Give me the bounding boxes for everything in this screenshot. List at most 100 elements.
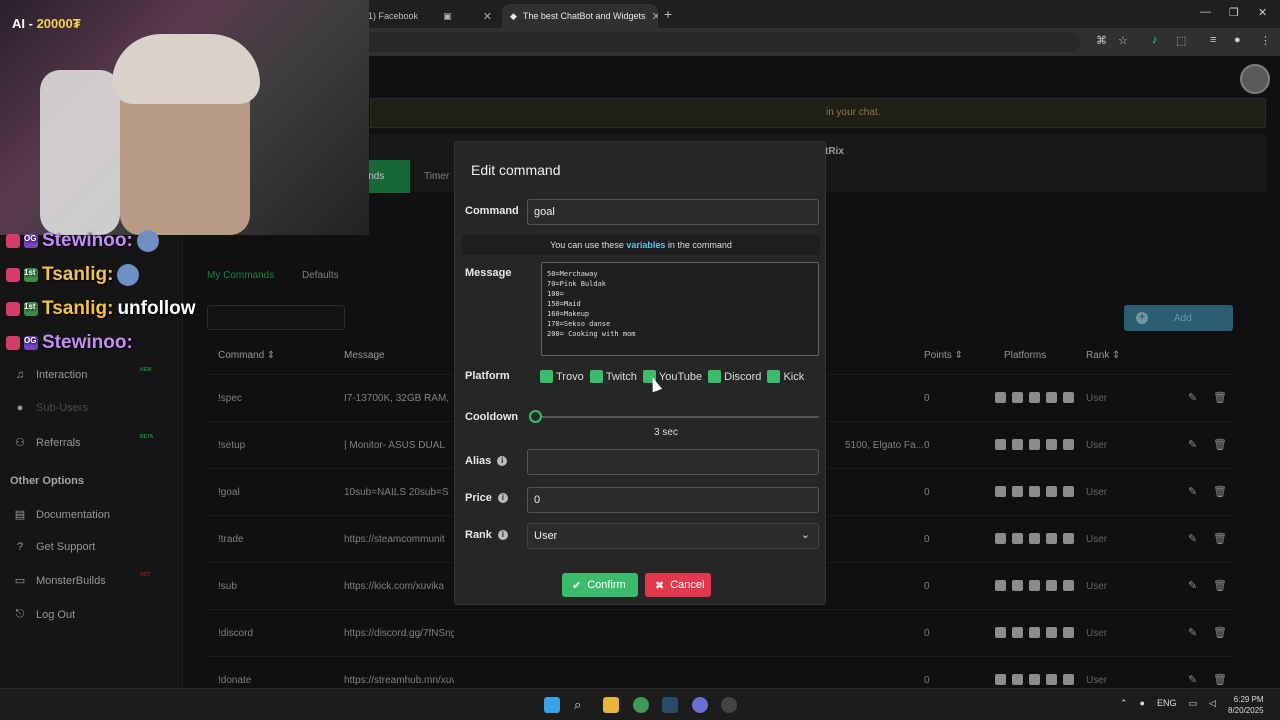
platform-discord[interactable]: Discord [708,370,761,383]
checkbox-icon[interactable] [589,370,603,383]
tab-label: The best ChatBot and Widgets [522,11,646,21]
platform-label-text: Twitch [605,370,637,383]
new-tab-button[interactable]: + [664,6,672,22]
streamer-hair [112,34,260,104]
platform-trovo[interactable]: Trovo [540,370,584,383]
tab-facebook[interactable]: 1) Facebook ▣ ✕ [360,4,500,28]
rank-select[interactable]: User ⌄ [527,523,819,549]
windows-start-icon[interactable] [544,697,560,713]
search-icon[interactable]: ⌕ [574,697,590,713]
check-icon: ✔ [572,579,582,592]
microphone-icon[interactable]: ● [1140,698,1145,709]
cancel-button[interactable]: ✖ Cancel [645,573,711,597]
command-input[interactable]: goal [527,199,819,225]
heart-badge-icon [6,268,20,282]
clock[interactable]: 6:29 PM 8/20/2025 [1228,694,1264,716]
checkbox-icon[interactable] [767,370,781,383]
language-indicator[interactable]: ENG [1157,698,1177,709]
info-icon[interactable]: i [497,493,508,503]
translate-icon[interactable]: ⌘ [1096,34,1107,47]
gaming-chair [40,70,120,235]
close-icon[interactable]: ✕ [646,10,659,23]
info-icon[interactable]: i [497,530,508,540]
file-explorer-icon[interactable] [603,697,619,713]
bookmark-star-icon[interactable]: ☆ [1118,34,1128,47]
alias-label: Alias i [465,455,508,467]
chat-message: 1st Tsanlig: [6,264,140,286]
heart-badge-icon [6,234,20,248]
system-tray: ⌃ ● ENG ▭ ◁ [1120,698,1216,709]
variables-link[interactable]: variables [626,240,665,250]
chat-username: Tsanlig: [42,264,114,285]
close-icon: ✖ [655,579,665,592]
platform-kick[interactable]: Kick [767,370,804,383]
chrome-icon[interactable] [633,697,649,713]
message-label: Message [465,267,512,279]
discord-icon[interactable] [692,697,708,713]
cooldown-slider-track[interactable] [535,416,819,418]
platform-checkboxes: Trovo Twitch YouTube Discord Kick [540,370,804,383]
chevron-down-icon: ⌄ [800,529,810,541]
network-icon[interactable]: ▭ [1189,698,1198,709]
alias-input[interactable] [527,449,819,475]
minimize-icon[interactable]: — [1200,6,1211,18]
taskbar: ⌕ ⌃ ● ENG ▭ ◁ 6:29 PM 8/20/2025 [0,688,1280,720]
chat-message: OG Stewinoo: [6,332,133,354]
profile-icon[interactable]: ● [1234,34,1241,46]
chat-username: Stewinoo: [42,332,133,353]
steam-icon[interactable] [662,697,678,713]
tab-media-icon: ▣ [443,10,452,21]
message-textarea[interactable]: 50=Merchaway 70=Pink Buldak 100= 150=Mai… [541,262,819,356]
chat-message: 1st Tsanlig: unfollow [6,298,196,320]
checkbox-icon[interactable] [540,370,553,383]
confirm-button[interactable]: ✔ Confirm [562,573,638,597]
rank-selected-value: User [534,530,558,542]
media-icon[interactable]: ♪ [1152,34,1158,46]
hint-text: in the command [665,240,732,250]
ai-amount: 20000₮ [36,16,81,31]
rank-label-text: Rank [465,529,492,541]
clock-time: 6:29 PM [1233,695,1264,704]
rank-label: Rank i [465,529,508,541]
heart-badge-icon [6,302,20,316]
menu-dots-icon[interactable]: ⋮ [1260,34,1271,47]
hint-text: You can use these [550,240,627,250]
webcam-overlay: AI - 20000₮ [0,0,369,235]
cooldown-label: Cooldown [465,411,519,423]
chevron-up-icon[interactable]: ⌃ [1120,698,1128,709]
cancel-label: Cancel [670,579,705,591]
site-favicon-icon: ◆ [510,10,517,21]
checkbox-icon[interactable] [708,370,722,383]
chat-text: unfollow [117,298,196,319]
close-icon[interactable]: ✕ [477,10,492,23]
platform-label-text: YouTube [658,370,703,383]
app-icon[interactable] [721,697,737,713]
cooldown-value: 3 sec [654,427,678,438]
og-badge-icon: OG [24,336,38,350]
close-window-icon[interactable]: ✕ [1258,6,1267,19]
cooldown-slider-handle[interactable] [529,410,542,423]
platform-label: Platform [465,370,510,382]
variables-hint: You can use these variables in the comma… [462,235,820,255]
chat-message: OG Stewinoo: [6,230,159,252]
url-input[interactable] [300,32,1080,52]
extensions-icon[interactable]: ⬚ [1176,34,1186,47]
modal-title: Edit command [471,162,561,178]
first-badge-icon: 1st [24,302,38,316]
volume-icon[interactable]: ◁ [1209,698,1216,709]
chat-username: Tsanlig: [42,298,114,319]
og-badge-icon: OG [24,234,38,248]
playlist-icon[interactable]: ≡ [1210,34,1216,46]
platform-label-text: Discord [724,370,762,383]
price-input[interactable]: 0 [527,487,819,513]
platform-label-text: Kick [783,370,805,383]
restore-icon[interactable]: ❐ [1229,6,1239,19]
tab-chatbot[interactable]: ◆ The best ChatBot and Widgets ✕ [502,4,658,28]
platform-label-text: Trovo [556,370,584,383]
ai-label: AI - [12,16,37,31]
emote-icon [117,264,140,286]
platform-twitch[interactable]: Twitch [589,370,637,383]
first-badge-icon: 1st [24,268,38,282]
info-icon[interactable]: i [497,456,508,466]
edit-command-modal: Edit command Command goal You can use th… [454,141,826,605]
